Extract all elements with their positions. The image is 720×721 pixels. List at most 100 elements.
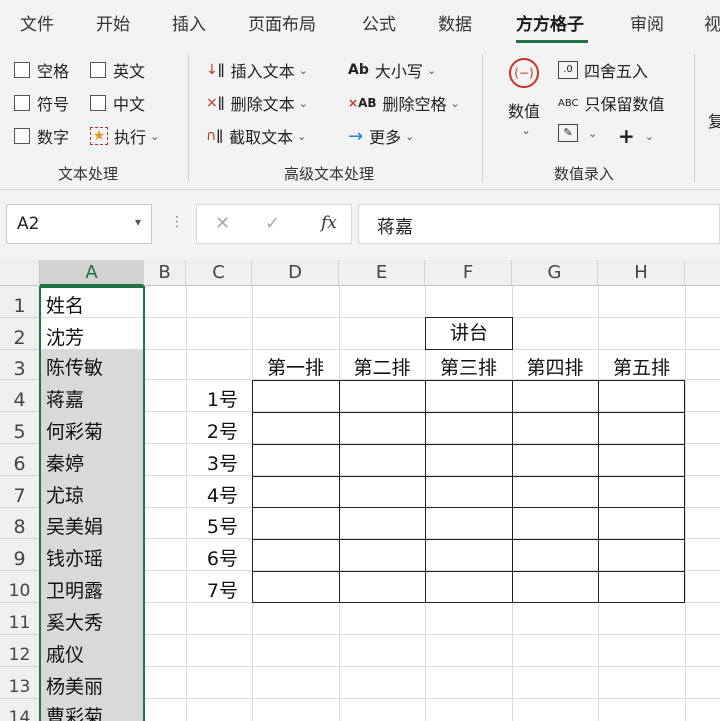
keep-values-button[interactable]: ABC 只保留数值: [558, 91, 665, 115]
formula-input[interactable]: 蒋嘉: [358, 204, 720, 244]
row-header[interactable]: 9: [0, 539, 40, 571]
cell-a2[interactable]: 沈芳: [46, 323, 84, 350]
seat-number[interactable]: 4号: [186, 481, 238, 508]
column-header-a[interactable]: A: [40, 260, 144, 286]
column-header-f[interactable]: F: [425, 260, 512, 286]
column-header-d[interactable]: D: [252, 260, 339, 286]
more-vertical-icon[interactable]: ⋮: [170, 214, 184, 230]
round-button[interactable]: .0 四舍五入: [558, 58, 648, 82]
tab-home[interactable]: 开始: [96, 10, 130, 35]
more-label: 更多: [369, 128, 402, 147]
seat-number[interactable]: 3号: [186, 449, 238, 476]
more-button[interactable]: → 更多 ⌄: [348, 124, 414, 148]
cell-a11[interactable]: 奚大秀: [46, 608, 103, 635]
chevron-down-icon: ⌄: [450, 96, 460, 110]
checkbox-english[interactable]: 英文: [90, 58, 145, 82]
column-header-e[interactable]: E: [339, 260, 425, 286]
cell-a14[interactable]: 曹彩菊: [46, 702, 103, 721]
seat-number[interactable]: 2号: [186, 417, 238, 444]
delete-spaces-button[interactable]: ×AB 删除空格 ⌄: [348, 91, 460, 115]
tab-data[interactable]: 数据: [438, 10, 472, 35]
formula-buttons: ✕ ✓ fx: [196, 204, 352, 244]
case-button[interactable]: Ab 大小写 ⌄: [348, 58, 436, 82]
partial-button-label[interactable]: 复: [708, 108, 720, 132]
row-header[interactable]: 4: [0, 380, 40, 412]
cell-a3[interactable]: 陈传敏: [46, 353, 103, 380]
confirm-icon[interactable]: ✓: [265, 213, 280, 234]
checkbox-space[interactable]: 空格: [14, 58, 69, 82]
cell-a13[interactable]: 杨美丽: [46, 672, 103, 699]
execute-button[interactable]: ★ 执行 ⌄: [90, 124, 159, 148]
column-header-h[interactable]: H: [598, 260, 685, 286]
formula-bar: A2 ▾ ⋮ ✕ ✓ fx 蒋嘉: [0, 190, 720, 260]
seat-number[interactable]: 6号: [186, 544, 238, 571]
row-header[interactable]: 2: [0, 318, 40, 350]
row-header[interactable]: 12: [0, 635, 40, 667]
row-header[interactable]: 11: [0, 603, 40, 635]
cell-a4[interactable]: 蒋嘉: [46, 385, 84, 412]
row-header[interactable]: 13: [0, 667, 40, 699]
row-label-3[interactable]: 第三排: [425, 353, 512, 380]
extract-text-button[interactable]: ∩ǁ 截取文本 ⌄: [206, 124, 306, 148]
add-button[interactable]: + ⌄: [618, 124, 654, 148]
checkbox-box[interactable]: [14, 128, 30, 144]
function-icon[interactable]: fx: [321, 213, 337, 233]
tab-view[interactable]: 视: [704, 10, 720, 35]
row-header[interactable]: 7: [0, 476, 40, 508]
chevron-down-icon: ⌄: [405, 129, 415, 143]
column-header-g[interactable]: G: [512, 260, 598, 286]
select-all-corner[interactable]: [0, 260, 40, 286]
group-separator: [694, 54, 695, 182]
row-header[interactable]: 14: [0, 699, 40, 721]
edit-grid-button[interactable]: ✎ ⌄: [558, 124, 597, 142]
checkbox-box[interactable]: [14, 95, 30, 111]
row-label-2[interactable]: 第二排: [339, 353, 425, 380]
row-header[interactable]: 6: [0, 444, 40, 476]
cell-a5[interactable]: 何彩菊: [46, 417, 103, 444]
tab-formulas[interactable]: 公式: [362, 10, 396, 35]
column-header-c[interactable]: C: [186, 260, 252, 286]
insert-text-button[interactable]: ↓ǁ 插入文本 ⌄: [206, 58, 308, 82]
seat-number[interactable]: 7号: [186, 576, 238, 603]
column-header-i[interactable]: [685, 260, 720, 286]
seating-table[interactable]: [252, 380, 685, 603]
cell-a1[interactable]: 姓名: [46, 291, 84, 318]
cancel-icon[interactable]: ✕: [215, 213, 230, 234]
chevron-down-icon[interactable]: ▾: [135, 215, 141, 229]
row-label-4[interactable]: 第四排: [512, 353, 598, 380]
checkbox-symbol[interactable]: 符号: [14, 91, 69, 115]
group-separator: [188, 54, 189, 182]
cell-a7[interactable]: 尤琼: [46, 481, 84, 508]
delete-text-button[interactable]: ×ǁ 删除文本 ⌄: [206, 91, 308, 115]
row-header[interactable]: 5: [0, 412, 40, 444]
cell-a10[interactable]: 卫明露: [46, 576, 103, 603]
tab-file[interactable]: 文件: [20, 10, 54, 35]
column-header-b[interactable]: B: [144, 260, 186, 286]
checkbox-box[interactable]: [14, 62, 30, 78]
seat-number[interactable]: 1号: [186, 385, 238, 412]
row-header[interactable]: 10: [0, 571, 40, 603]
value-button[interactable]: (−) 数值 ⌄: [502, 58, 546, 148]
checkbox-box[interactable]: [90, 62, 106, 78]
seat-number[interactable]: 5号: [186, 512, 238, 539]
row-label-1[interactable]: 第一排: [252, 353, 339, 380]
tab-page-layout[interactable]: 页面布局: [248, 10, 316, 35]
tab-insert[interactable]: 插入: [172, 10, 206, 35]
row-header[interactable]: 8: [0, 508, 40, 539]
row-label-5[interactable]: 第五排: [598, 353, 685, 380]
row-header[interactable]: 3: [0, 350, 40, 380]
tab-review[interactable]: 审阅: [630, 10, 664, 35]
cell-a12[interactable]: 戚仪: [46, 640, 84, 667]
tab-fangfanggezi[interactable]: 方方格子: [516, 10, 584, 35]
checkbox-number[interactable]: 数字: [14, 124, 69, 148]
checkbox-box[interactable]: [90, 95, 106, 111]
cell-a6[interactable]: 秦婷: [46, 449, 84, 476]
checkbox-chinese[interactable]: 中文: [90, 91, 145, 115]
cell-a9[interactable]: 钱亦瑶: [46, 544, 103, 571]
extract-text-icon: ∩ǁ: [206, 128, 224, 144]
cell-a8[interactable]: 吴美娟: [46, 512, 103, 539]
checkbox-space-label: 空格: [37, 62, 70, 81]
name-box[interactable]: A2 ▾: [6, 204, 152, 244]
row-header[interactable]: 1: [0, 286, 40, 318]
podium-cell[interactable]: 讲台: [425, 317, 513, 350]
